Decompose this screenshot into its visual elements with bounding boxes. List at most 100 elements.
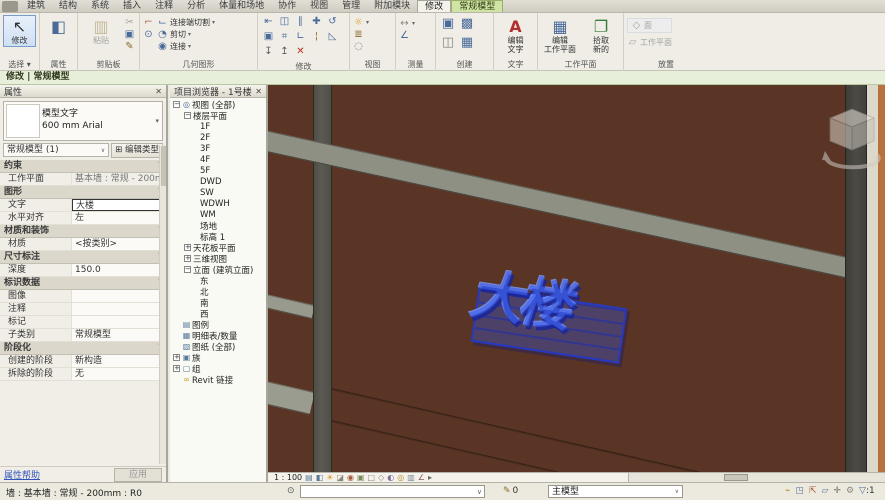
unpin-icon[interactable]: ↥: [277, 45, 292, 59]
show-crop-icon[interactable]: □: [368, 473, 376, 482]
tab-structure[interactable]: 结构: [52, 0, 84, 12]
tree-item-floor-plans[interactable]: −楼层平面: [170, 110, 266, 121]
tree-item-DWD[interactable]: DWD: [170, 176, 266, 187]
chevron-down-icon[interactable]: ▾: [188, 41, 191, 52]
design-options-combo[interactable]: 主模型 ∨: [548, 485, 683, 498]
tree-item-families[interactable]: +▣族: [170, 352, 266, 363]
beam-cope-button[interactable]: ⌙ 连接端切割 ▾: [157, 17, 215, 28]
properties-scrollbar[interactable]: [159, 145, 166, 464]
app-icon[interactable]: [2, 1, 18, 12]
tree-item-WM[interactable]: WM: [170, 209, 266, 220]
tree-item-schedules[interactable]: ▦明细表/数量: [170, 330, 266, 341]
section-graphics[interactable]: 图形ˆ: [0, 186, 166, 199]
match-type-button[interactable]: ✎: [124, 41, 135, 52]
tree-item-west[interactable]: 西: [170, 308, 266, 319]
tree-item-WDWH[interactable]: WDWH: [170, 198, 266, 209]
tree-item-5F[interactable]: 5F: [170, 165, 266, 176]
tab-manage[interactable]: 管理: [335, 0, 367, 12]
select-pinned-icon[interactable]: ⇱: [809, 486, 817, 496]
selection-filter-combo[interactable]: 常规模型 (1) ∨: [3, 143, 109, 157]
panel-label-select[interactable]: 选择 ▾: [0, 59, 39, 71]
tree-item-SW[interactable]: SW: [170, 187, 266, 198]
drag-on-selection-icon[interactable]: ✛: [833, 486, 841, 496]
properties-help-link[interactable]: 属性帮助: [4, 468, 114, 481]
chevron-down-icon[interactable]: ▾: [412, 18, 415, 29]
property-row-comments[interactable]: 注释: [0, 303, 166, 316]
section-materials[interactable]: 材质和装饰ˆ: [0, 225, 166, 238]
properties-button[interactable]: ◧: [43, 15, 74, 38]
tree-item-views[interactable]: −◎视图 (全部): [170, 99, 266, 110]
create-similar-icon[interactable]: ▩: [458, 15, 476, 33]
property-row-mark[interactable]: 标记: [0, 316, 166, 329]
edit-work-plane-button[interactable]: ▦ 编辑 工作平面: [541, 15, 579, 56]
tree-item-2F[interactable]: 2F: [170, 132, 266, 143]
pin-icon[interactable]: ↧: [261, 45, 276, 59]
background-processes-icon[interactable]: ⚙: [846, 486, 854, 496]
tree-item-groups[interactable]: +▢组: [170, 363, 266, 374]
status-search-input[interactable]: ∨: [300, 485, 485, 498]
scale-control[interactable]: 1 : 100: [274, 473, 302, 482]
tree-item-elevations[interactable]: −立面 (建筑立面): [170, 264, 266, 275]
create-assembly-icon[interactable]: ◫: [439, 34, 457, 52]
mirror-icon[interactable]: ◫: [277, 15, 292, 29]
tree-item-level-1[interactable]: 标高 1: [170, 231, 266, 242]
join-geometry-button[interactable]: ⊙: [143, 29, 154, 40]
tree-item-south[interactable]: 南: [170, 297, 266, 308]
horizontal-scrollbar[interactable]: [628, 472, 885, 482]
thin-lines-button[interactable]: ≣: [353, 29, 369, 40]
expand-toggle-icon[interactable]: +: [184, 244, 191, 251]
tree-item-north[interactable]: 北: [170, 286, 266, 297]
selected-model-text[interactable]: 大楼: [471, 286, 628, 364]
tab-architecture[interactable]: 建筑: [20, 0, 52, 12]
join-button[interactable]: ◉ 连接 ▾: [157, 41, 215, 52]
placement-workplane-button[interactable]: ▱ 工作平面: [627, 37, 672, 48]
unlocked-view-icon[interactable]: ◇: [378, 473, 384, 482]
tree-item-ceiling-plans[interactable]: +天花板平面: [170, 242, 266, 253]
tree-item-revit-links[interactable]: ∞Revit 链接: [170, 374, 266, 385]
tab-view[interactable]: 视图: [303, 0, 335, 12]
tab-modify[interactable]: 修改: [417, 0, 451, 12]
sun-path-icon[interactable]: ☀: [326, 473, 333, 482]
property-row-subcategory[interactable]: 子类别常规模型: [0, 329, 166, 342]
show-constraints-icon[interactable]: ∠: [418, 473, 425, 482]
visual-style-icon[interactable]: ◧: [316, 473, 324, 482]
expand-toggle-icon[interactable]: +: [184, 255, 191, 262]
cope-button[interactable]: ⌐: [143, 17, 154, 28]
text-value-field[interactable]: 大楼: [72, 199, 166, 211]
align-icon[interactable]: ⇤: [261, 15, 276, 29]
chevron-down-icon[interactable]: ▾: [212, 17, 215, 28]
collapse-toggle-icon[interactable]: −: [184, 266, 191, 273]
tab-insert[interactable]: 插入: [116, 0, 148, 12]
view-lightbulb-button[interactable]: ☼▾: [353, 17, 369, 28]
angular-dimension-button[interactable]: ∠: [399, 30, 415, 41]
section-phasing[interactable]: 阶段化ˆ: [0, 342, 166, 355]
copy-icon[interactable]: ▣: [261, 30, 276, 44]
tab-contextual-generic-model[interactable]: 常规模型: [451, 0, 503, 12]
editing-requests-icon[interactable]: ✎: [503, 486, 511, 496]
cut-geometry-button[interactable]: ◔ 剪切 ▾: [157, 29, 215, 40]
type-selector[interactable]: 模型文字 600 mm Arial ▾: [3, 101, 163, 141]
crop-view-icon[interactable]: ▣: [357, 473, 365, 482]
property-row-depth[interactable]: 深度150.0: [0, 264, 166, 277]
tree-item-legends[interactable]: ▤图例: [170, 319, 266, 330]
property-row-image[interactable]: 图像: [0, 290, 166, 303]
trim-icon[interactable]: ∟: [293, 30, 308, 44]
create-group-icon[interactable]: ▣: [439, 15, 457, 33]
measure-button[interactable]: ↔▾: [399, 18, 415, 29]
tab-systems[interactable]: 系统: [84, 0, 116, 12]
tree-item-3F[interactable]: 3F: [170, 143, 266, 154]
reveal-hidden-icon[interactable]: ◎: [397, 473, 404, 482]
tree-item-sheets[interactable]: ▧图纸 (全部): [170, 341, 266, 352]
collapse-toggle-icon[interactable]: −: [173, 101, 180, 108]
view-cube[interactable]: [821, 101, 883, 171]
select-links-icon[interactable]: ⌁: [785, 486, 790, 496]
tree-item-site[interactable]: 场地: [170, 220, 266, 231]
rendering-icon[interactable]: ◉: [347, 473, 354, 482]
tab-annotate[interactable]: 注释: [148, 0, 180, 12]
tab-addins[interactable]: 附加模块: [367, 0, 417, 12]
more-icon[interactable]: ▸: [428, 473, 432, 482]
edit-type-button[interactable]: ⊞ 编辑类型: [111, 143, 163, 158]
hide-elements-button[interactable]: ◌: [353, 41, 369, 52]
shadows-icon[interactable]: ◪: [336, 473, 344, 482]
drawing-area[interactable]: 大楼: [268, 85, 885, 472]
